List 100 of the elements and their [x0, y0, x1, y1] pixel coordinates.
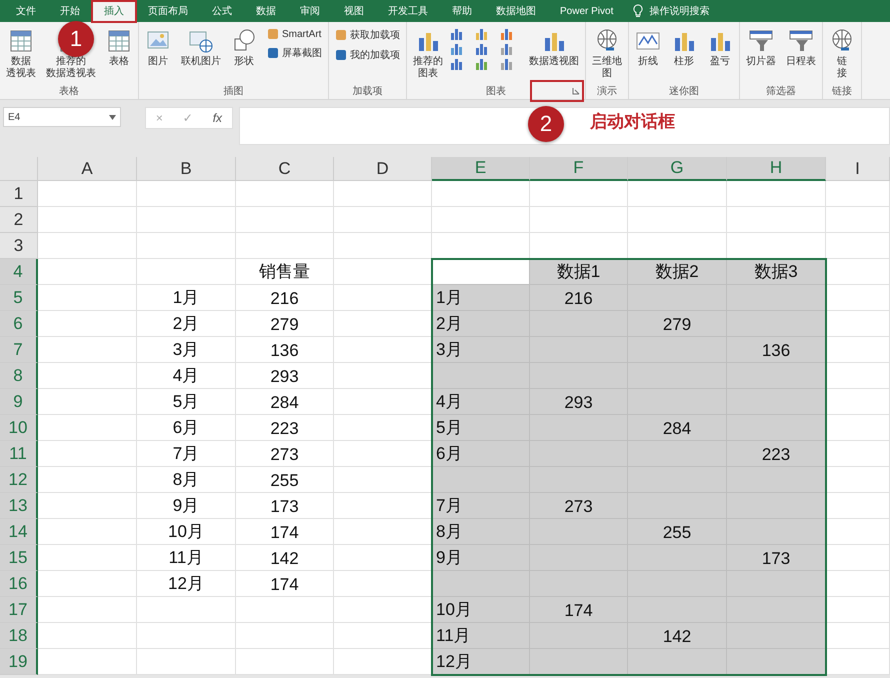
row-header[interactable]: 19	[0, 649, 38, 675]
row-header[interactable]: 2	[0, 207, 38, 233]
table-cell: 9月	[432, 545, 530, 571]
ribbon-button[interactable]: 获取加载项	[332, 28, 403, 42]
ribbon-tab[interactable]: 开始	[48, 0, 92, 22]
row-header[interactable]: 8	[0, 363, 38, 389]
group-label: 演示	[597, 84, 617, 98]
table-cell: 5月	[137, 389, 236, 415]
column-header[interactable]: A	[38, 157, 137, 181]
row-header[interactable]: 17	[0, 597, 38, 623]
ribbon-tab[interactable]: 页面布局	[136, 0, 200, 22]
group-label: 筛选器	[766, 84, 796, 98]
table-cell	[826, 337, 890, 363]
ribbon-tab[interactable]: 数据	[244, 0, 288, 22]
table-cell: 2月	[432, 311, 530, 337]
column-header[interactable]: H	[727, 157, 826, 181]
column-header[interactable]: C	[236, 157, 334, 181]
table-cell: 3月	[432, 337, 530, 363]
row-header[interactable]: 16	[0, 571, 38, 597]
table-cell: 3月	[137, 337, 236, 363]
ribbon-tab[interactable]: 数据地图	[484, 0, 548, 22]
column-header[interactable]: D	[334, 157, 432, 181]
ribbon-button[interactable]: 数据 透视表	[3, 24, 39, 82]
ribbon-tab[interactable]: 公式	[200, 0, 244, 22]
table-cell: 284	[628, 415, 727, 441]
row-header[interactable]: 13	[0, 493, 38, 519]
table-cell: 216	[236, 285, 334, 311]
table-cell	[826, 285, 890, 311]
row-header[interactable]: 15	[0, 545, 38, 571]
table-cell: 6月	[137, 415, 236, 441]
table-cell: 136	[727, 337, 826, 363]
table-cell: 223	[236, 415, 334, 441]
ribbon-tab[interactable]: 帮助	[440, 0, 484, 22]
table-cell	[826, 389, 890, 415]
ribbon-tab[interactable]: 审阅	[288, 0, 332, 22]
ribbon-button[interactable]: 数据透视图	[526, 24, 582, 70]
ribbon-button[interactable]: 三维地 图	[589, 24, 625, 82]
table-cell: 2月	[137, 311, 236, 337]
ribbon-tab[interactable]: 文件	[4, 0, 48, 22]
row-header[interactable]: 11	[0, 441, 38, 467]
ribbon-button[interactable]: 表格	[103, 24, 135, 70]
ribbon-button[interactable]: 推荐的 图表	[410, 24, 446, 82]
group-label: 链接	[832, 84, 852, 98]
table-cell: 279	[628, 311, 727, 337]
row-header[interactable]: 9	[0, 389, 38, 415]
chart-icon	[450, 28, 464, 40]
ribbon-button[interactable]: 柱形	[668, 24, 700, 70]
table-cell: 173	[727, 545, 826, 571]
app-icon	[267, 47, 279, 59]
table-cell: 273	[236, 441, 334, 467]
table-cell: 4月	[432, 389, 530, 415]
table-cell: 174	[236, 571, 334, 597]
row-header[interactable]: 4	[0, 259, 38, 285]
table-cell	[826, 571, 890, 597]
table-cell	[826, 233, 890, 259]
ribbon-button[interactable]: 屏幕截图	[264, 46, 325, 60]
row-header[interactable]: 18	[0, 623, 38, 649]
ribbon-tab[interactable]: Power Pivot	[548, 0, 626, 22]
name-box[interactable]: E4	[3, 107, 121, 127]
ribbon-button[interactable]: 切片器	[743, 24, 779, 70]
row-header[interactable]: 6	[0, 311, 38, 337]
ribbon-button[interactable]: 联机图片	[178, 24, 224, 70]
row-header[interactable]: 3	[0, 233, 38, 259]
row-header[interactable]: 14	[0, 519, 38, 545]
lightbulb-icon	[633, 4, 644, 18]
chart-icon	[475, 28, 489, 40]
tell-me-search[interactable]: 操作说明搜索	[649, 4, 710, 18]
ribbon-button[interactable]: 我的加载项	[332, 48, 403, 62]
column-header[interactable]: G	[628, 157, 727, 181]
table-cell: 7月	[137, 441, 236, 467]
filter-icon	[748, 28, 774, 54]
ribbon-button[interactable]: SmartArt	[264, 28, 325, 40]
ribbon-button[interactable]: 日程表	[783, 24, 819, 70]
table-cell	[826, 363, 890, 389]
table-cell: 4月	[137, 363, 236, 389]
column-header[interactable]: B	[137, 157, 236, 181]
formula-input[interactable]	[239, 107, 890, 145]
ribbon-button[interactable]: 盈亏	[704, 24, 736, 70]
dialog-launcher-icon[interactable]	[572, 87, 580, 95]
row-header[interactable]: 10	[0, 415, 38, 441]
column-header[interactable]: I	[826, 157, 890, 181]
table-cell	[826, 597, 890, 623]
row-header[interactable]: 5	[0, 285, 38, 311]
table-cell: 11月	[137, 545, 236, 571]
row-header[interactable]: 1	[0, 181, 38, 207]
insert-function-button[interactable]: fx	[212, 111, 222, 125]
ribbon-button[interactable]: 折线	[632, 24, 664, 70]
row-header[interactable]: 7	[0, 337, 38, 363]
row-header[interactable]: 12	[0, 467, 38, 493]
dropdown-icon	[109, 114, 116, 120]
ribbon-button[interactable]: 图片	[142, 24, 174, 70]
ribbon-button[interactable]: 链 接	[826, 24, 858, 82]
ribbon-tab[interactable]: 开发工具	[376, 0, 440, 22]
column-header[interactable]: F	[530, 157, 628, 181]
table-cell	[826, 493, 890, 519]
column-header[interactable]: E	[432, 157, 530, 181]
chart-icon	[475, 43, 489, 55]
ribbon-tab[interactable]: 视图	[332, 0, 376, 22]
table-cell: 284	[236, 389, 334, 415]
ribbon-button[interactable]: 形状	[228, 24, 260, 70]
